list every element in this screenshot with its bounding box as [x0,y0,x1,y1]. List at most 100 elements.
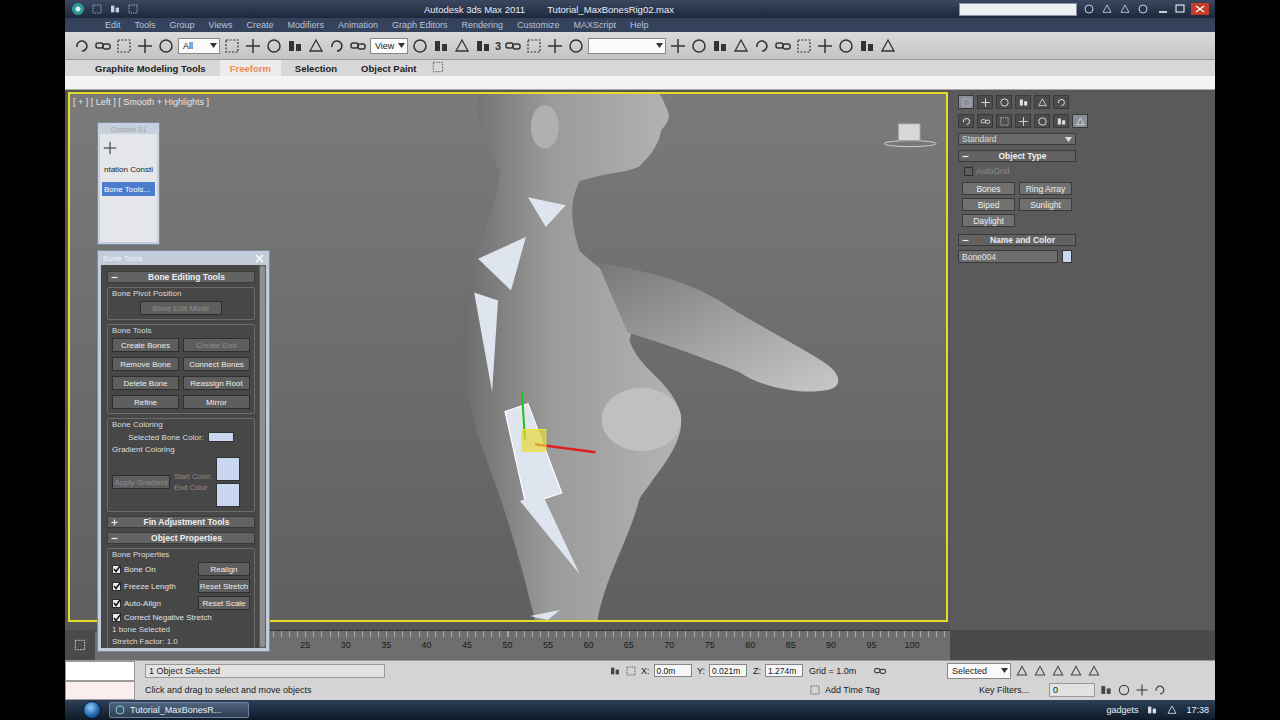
communication-icon[interactable] [1101,3,1113,15]
create-category[interactable] [1053,114,1069,128]
bone-property-checkbox[interactable]: Correct Negative Stretch [112,613,212,622]
previous-frame-icon[interactable] [1033,664,1047,678]
coordinate-display[interactable]: Z:1.274m [753,664,805,677]
help-icon[interactable] [1137,3,1149,15]
dropdown-arrow-icon[interactable] [1065,137,1072,142]
ribbon-tab[interactable]: Object Paint [351,60,426,76]
collapse-icon[interactable] [111,274,118,281]
key-filters-button[interactable]: Key Filters... [979,685,1045,695]
current-frame-field[interactable]: 0 [1049,683,1095,697]
search-field[interactable] [959,3,1077,16]
key-mode-toggle-icon[interactable] [1099,683,1113,697]
ribbon-tab[interactable]: Selection [285,60,347,76]
orbit-icon[interactable] [1153,683,1167,697]
menu-item[interactable]: Create [246,20,273,30]
panel-tab-icon[interactable] [1037,97,1048,108]
object-name-field[interactable]: Bone004 [958,250,1058,263]
menu-item[interactable]: MAXScript [574,20,617,30]
bone[interactable] [474,292,498,391]
panel-tab[interactable] [1034,95,1050,109]
graphite-toggle-icon[interactable] [732,37,750,55]
bone-tool-button[interactable]: Reassign Root [183,376,250,390]
mini-curve-editor-icon[interactable] [73,638,87,652]
key-mode-dropdown[interactable]: Selected [947,663,1011,679]
panel-tab[interactable] [958,95,974,109]
rollout-header[interactable]: Object Properties [107,532,255,544]
edit-named-selection-icon[interactable] [567,37,585,55]
coordinate-display[interactable]: X:0.0m [641,664,693,677]
rollout-header[interactable]: Bone Editing Tools [107,271,255,283]
menu-item[interactable]: Graph Editors [392,20,448,30]
align-icon[interactable] [690,37,708,55]
rendered-frame-icon[interactable] [837,37,855,55]
object-type-button[interactable]: Daylight [962,214,1015,227]
pan-icon[interactable] [1135,683,1149,697]
panel-tab-icon[interactable] [961,97,972,108]
key-icon[interactable] [873,664,887,678]
menu-item[interactable]: Help [630,20,649,30]
object-type-button[interactable]: Bones [962,182,1015,195]
maxscript-listener[interactable] [65,661,135,700]
taskbar-button[interactable]: Tutorial_MaxBonesR... [109,702,249,718]
select-object-icon[interactable] [223,37,241,55]
create-category[interactable] [996,114,1012,128]
collapse-icon[interactable] [111,535,118,542]
render-setup-icon[interactable] [816,37,834,55]
create-category[interactable] [1072,114,1088,128]
custom-toolbar-item[interactable]: Bone Tools... [102,182,155,196]
create-category[interactable] [1015,114,1031,128]
scrollbar[interactable] [259,265,266,648]
create-category-icon[interactable] [961,116,972,127]
curve-editor-icon[interactable] [753,37,771,55]
expand-icon[interactable] [111,519,118,526]
bone-tool-button[interactable]: Remove Bone [112,357,179,371]
panel-tab[interactable] [996,95,1012,109]
select-manipulate-icon[interactable] [432,37,450,55]
bone-tool-button[interactable]: Delete Bone [112,376,179,390]
bone-tools-window[interactable]: Bone ToolsBone Editing ToolsBone Pivot P… [97,250,270,652]
bone[interactable] [505,404,562,505]
play-icon[interactable] [1051,664,1065,678]
time-tag-icon[interactable] [809,684,821,696]
custom-toolbar-item[interactable]: ntation Consti [102,162,155,176]
clock[interactable]: 17:38 [1186,705,1209,715]
ribbon-tab[interactable]: Graphite Modeling Tools [85,60,216,76]
create-category[interactable] [1034,114,1050,128]
dropdown-arrow-icon[interactable] [210,43,217,48]
menu-item[interactable]: Tools [135,20,156,30]
bind-space-warp-icon[interactable] [157,37,175,55]
bone-property-button[interactable]: Reset Scale [198,596,250,610]
object-type-button[interactable]: Biped [962,198,1015,211]
bone[interactable] [530,610,560,620]
window-controls-icon[interactable] [1155,2,1209,16]
panel-tab[interactable] [1015,95,1031,109]
autogrid-checkbox[interactable]: AutoGrid [958,166,1076,176]
app-logo-icon[interactable] [71,2,85,16]
bone-property-checkbox[interactable]: Auto-Align [112,599,161,608]
binoculars-icon[interactable] [1083,3,1095,15]
percent-snap-icon[interactable] [525,37,543,55]
menu-item[interactable]: Modifiers [287,20,324,30]
snap-mode[interactable]: 3 [495,40,501,52]
bone-property-checkbox[interactable]: Bone On [112,565,156,574]
bone-property-checkbox[interactable]: Freeze Length [112,582,176,591]
panel-tab[interactable] [1053,95,1069,109]
object-color-swatch[interactable] [1062,250,1072,263]
menu-item[interactable]: Group [170,20,195,30]
bone[interactable] [520,493,580,574]
panel-tab[interactable] [977,95,993,109]
create-category-icon[interactable] [1075,116,1086,127]
spinner-snap-icon[interactable] [546,37,564,55]
redo-icon[interactable] [94,37,112,55]
keyboard-shortcut-icon[interactable] [453,37,471,55]
panel-tab-icon[interactable] [999,97,1010,108]
bone[interactable] [478,237,526,291]
snap-toggle-icon[interactable] [474,37,492,55]
scale-icon[interactable] [349,37,367,55]
save-file-icon[interactable] [127,3,139,15]
bone-tools-titlebar[interactable]: Bone Tools [101,251,266,265]
select-by-name-icon[interactable] [244,37,262,55]
next-frame-icon[interactable] [1069,664,1083,678]
add-time-tag[interactable]: Add Time Tag [825,685,975,695]
create-category-icon[interactable] [980,116,991,127]
